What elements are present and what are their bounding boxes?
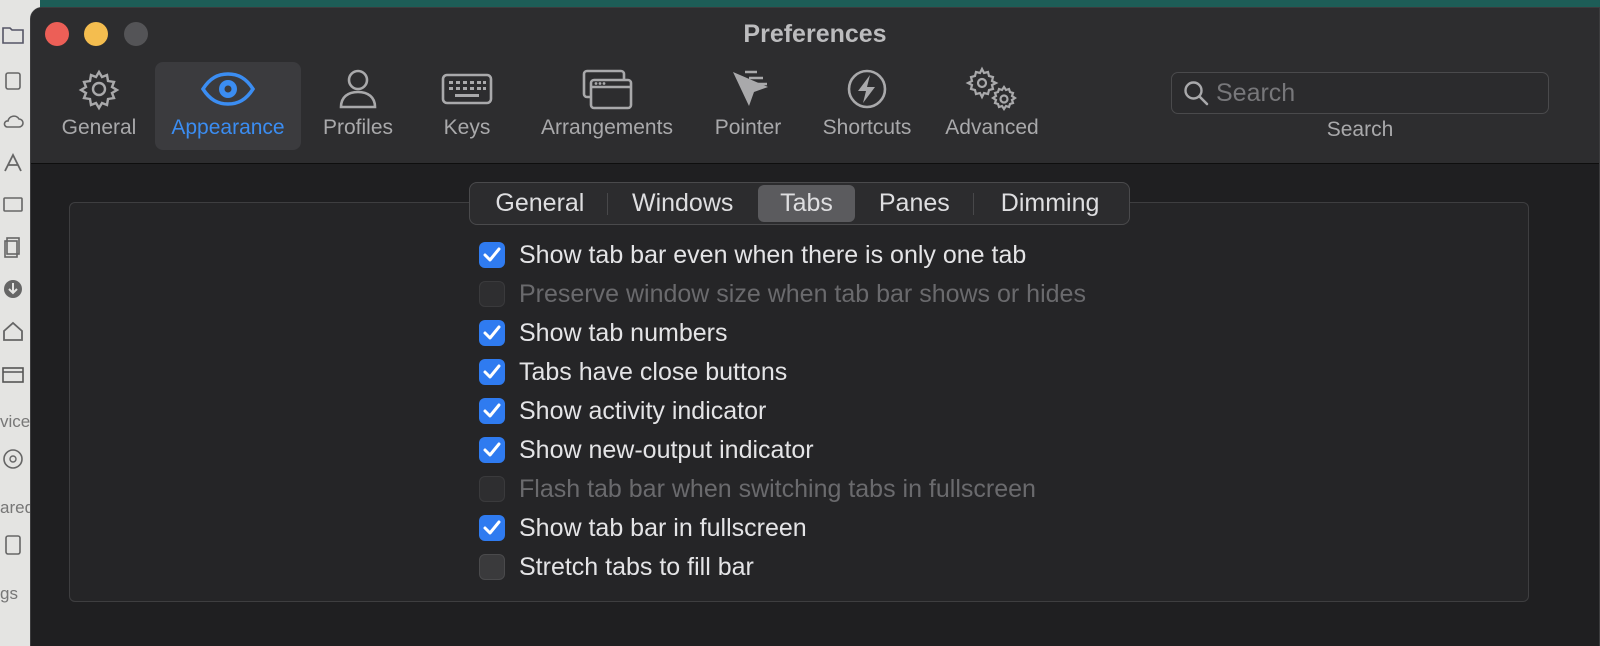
toolbar-shortcuts[interactable]: Shortcuts (813, 62, 921, 150)
checkbox-unchecked-disabled (479, 281, 505, 307)
option-label: Tabs have close buttons (519, 357, 788, 386)
subtab-tabs[interactable]: Tabs (757, 185, 856, 222)
toolbar-profiles[interactable]: Profiles (313, 62, 403, 150)
option-tabs-close-buttons[interactable]: Tabs have close buttons (479, 357, 787, 387)
option-label: Show tab bar even when there is only one… (519, 240, 1027, 269)
option-show-tab-numbers[interactable]: Show tab numbers (479, 318, 727, 348)
applications-icon (0, 150, 26, 176)
pointer-icon (718, 64, 778, 114)
checkbox-checked[interactable] (479, 242, 505, 268)
keyboard-icon (437, 64, 497, 114)
option-label: Show activity indicator (519, 396, 767, 425)
lightning-icon (837, 64, 897, 114)
subtab-dimming[interactable]: Dimming (974, 185, 1126, 222)
checkbox-checked[interactable] (479, 398, 505, 424)
option-preserve-window-size: Preserve window size when tab bar shows … (479, 279, 1086, 309)
search-field[interactable] (1171, 72, 1549, 114)
subtab-panes[interactable]: Panes (855, 185, 973, 222)
subtab-general[interactable]: General (473, 185, 607, 222)
option-label: Stretch tabs to fill bar (519, 552, 754, 581)
toolbar-label: General (61, 116, 137, 139)
background-section-label: gs (0, 584, 18, 603)
option-stretch-tabs[interactable]: Stretch tabs to fill bar (479, 552, 754, 582)
toolbar-arrangements[interactable]: Arrangements (535, 62, 679, 150)
checkbox-checked[interactable] (479, 515, 505, 541)
toolbar-label: Pointer (714, 116, 782, 139)
search-input[interactable] (1216, 78, 1536, 108)
checkbox-unchecked[interactable] (479, 554, 505, 580)
search-icon (1176, 80, 1216, 106)
toolbar-general[interactable]: General (55, 62, 143, 150)
gears-icon (962, 64, 1022, 114)
toolbar-label: Appearance (171, 116, 285, 139)
folder-icon (0, 22, 26, 48)
checkbox-unchecked-disabled (479, 476, 505, 502)
option-activity-indicator[interactable]: Show activity indicator (479, 396, 766, 426)
preferences-window: Preferences General Appearance Profiles … (30, 7, 1600, 646)
option-flash-tab-bar: Flash tab bar when switching tabs in ful… (479, 474, 1036, 504)
window-title: Preferences (743, 20, 887, 48)
eye-icon (198, 64, 258, 114)
gear-icon (69, 64, 129, 114)
home-icon (0, 318, 26, 344)
option-label: Flash tab bar when switching tabs in ful… (519, 474, 1036, 503)
toolbar-keys[interactable]: Keys (427, 62, 507, 150)
toolbar-label: Advanced (945, 116, 1039, 139)
checkbox-checked[interactable] (479, 320, 505, 346)
toolbar-pointer[interactable]: Pointer (703, 62, 793, 150)
appearance-subtabs: General Windows Tabs Panes Dimming (469, 182, 1130, 225)
drive-icon (0, 532, 26, 558)
cloud-icon (0, 108, 26, 134)
checkbox-checked[interactable] (479, 437, 505, 463)
background-section-label: vice (0, 412, 30, 431)
checkbox-checked[interactable] (479, 359, 505, 385)
downloads-icon (0, 276, 26, 302)
titlebar: Preferences General Appearance Profiles … (31, 8, 1599, 164)
toolbar-label: Shortcuts (822, 116, 912, 139)
subtab-windows[interactable]: Windows (608, 185, 758, 222)
windows-icon (577, 64, 637, 114)
desktop-icon (0, 192, 26, 218)
window-icon (0, 362, 26, 388)
option-label: Show new-output indicator (519, 435, 814, 464)
option-tab-bar-fullscreen[interactable]: Show tab bar in fullscreen (479, 513, 807, 543)
option-new-output-indicator[interactable]: Show new-output indicator (479, 435, 814, 465)
documents-icon (0, 234, 26, 260)
toolbar-label: Keys (443, 116, 491, 139)
option-label: Show tab numbers (519, 318, 728, 347)
toolbar-label: Profiles (322, 116, 394, 139)
background-section-label: ared (0, 498, 30, 517)
person-icon (328, 64, 388, 114)
toolbar-appearance[interactable]: Appearance (155, 62, 301, 150)
search-label: Search (1326, 118, 1394, 141)
toolbar-advanced[interactable]: Advanced (937, 62, 1047, 150)
option-label: Preserve window size when tab bar shows … (519, 279, 1086, 308)
option-label: Show tab bar in fullscreen (519, 513, 807, 542)
disc-icon (0, 446, 26, 472)
toolbar-label: Arrangements (541, 116, 673, 139)
document-icon (0, 68, 26, 94)
option-show-tab-bar-one-tab[interactable]: Show tab bar even when there is only one… (479, 240, 1026, 270)
